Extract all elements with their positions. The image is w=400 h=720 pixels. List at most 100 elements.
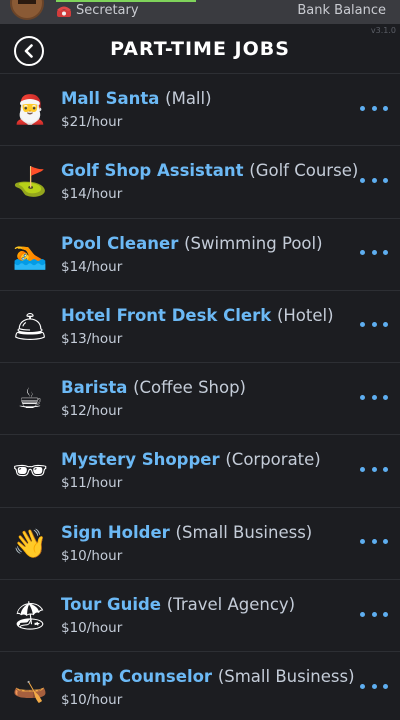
coffee-cup-icon: ☕ bbox=[17, 382, 43, 416]
dot-icon bbox=[360, 105, 365, 111]
dot-icon bbox=[371, 539, 377, 545]
job-location: (Small Business) bbox=[175, 522, 313, 542]
dot-icon bbox=[360, 539, 365, 545]
job-row[interactable]: 🕶 Mystery Shopper (Corporate) $11/hour bbox=[0, 435, 400, 508]
status-bar: Secretary Bank Balance bbox=[0, 0, 400, 24]
job-name: Camp Counselor (Small Business) bbox=[61, 667, 355, 686]
job-title: Golf Shop Assistant bbox=[61, 161, 250, 181]
dot-icon bbox=[383, 394, 388, 400]
job-row[interactable]: ⛳ Golf Shop Assistant (Golf Course) $14/… bbox=[0, 146, 400, 219]
dot-icon bbox=[360, 322, 365, 328]
dot-icon bbox=[383, 466, 388, 472]
job-title: Hotel Front Desk Clerk bbox=[61, 305, 277, 325]
golf-flag-icon: ⛳ bbox=[12, 165, 48, 199]
occupation-label: Secretary bbox=[76, 3, 139, 18]
job-row[interactable]: 🛶 Camp Counselor (Small Business) $10/ho… bbox=[0, 652, 400, 720]
dot-icon bbox=[360, 250, 365, 256]
job-location: (Mall) bbox=[165, 89, 212, 108]
job-location: (Coffee Shop) bbox=[133, 378, 246, 398]
job-row[interactable]: 🎅 Mall Santa (Mall) $21/hour bbox=[0, 74, 400, 147]
job-location: (Travel Agency) bbox=[166, 595, 296, 615]
dot-icon bbox=[371, 466, 377, 472]
job-wage: $21/hour bbox=[61, 114, 123, 130]
page-header: v3.1.0 PART-TIME JOBS bbox=[0, 24, 400, 74]
job-name: Hotel Front Desk Clerk (Hotel) bbox=[61, 306, 334, 325]
job-wage: $14/hour bbox=[61, 186, 123, 203]
dot-icon bbox=[371, 683, 377, 689]
page-title: PART-TIME JOBS bbox=[110, 38, 290, 60]
job-name: Mystery Shopper (Corporate) bbox=[61, 450, 321, 469]
dot-icon bbox=[371, 250, 377, 256]
job-location: (Hotel) bbox=[276, 305, 334, 325]
avatar[interactable] bbox=[10, 0, 44, 20]
job-location: (Corporate) bbox=[225, 450, 321, 470]
dot-icon bbox=[371, 394, 377, 400]
dot-icon bbox=[383, 683, 388, 689]
dot-icon bbox=[360, 611, 365, 617]
dot-icon bbox=[360, 683, 365, 689]
dot-icon bbox=[371, 611, 377, 617]
job-row[interactable]: ☕ Barista (Coffee Shop) $12/hour bbox=[0, 363, 400, 436]
job-name: Mall Santa (Mall) bbox=[61, 89, 212, 108]
job-name: Barista (Coffee Shop) bbox=[61, 378, 246, 397]
more-options-button[interactable] bbox=[360, 315, 388, 335]
job-wage: $10/hour bbox=[61, 547, 123, 564]
beach-umbrella-icon: 🏖 bbox=[12, 599, 48, 633]
job-title: Barista bbox=[61, 378, 134, 398]
job-wage: $10/hour bbox=[61, 692, 123, 709]
sunglasses-icon: 🕶 bbox=[12, 454, 48, 488]
bank-balance-label[interactable]: Bank Balance bbox=[297, 3, 386, 18]
job-title: Tour Guide bbox=[61, 595, 167, 615]
dot-icon bbox=[371, 177, 377, 183]
more-options-button[interactable] bbox=[360, 604, 388, 624]
job-name: Tour Guide (Travel Agency) bbox=[61, 595, 295, 614]
bellhop-bell-icon: 🛎 bbox=[12, 309, 48, 343]
progress-bar bbox=[56, 0, 196, 2]
canoe-icon: 🛶 bbox=[12, 671, 48, 705]
dot-icon bbox=[383, 322, 388, 328]
job-wage: $11/hour bbox=[61, 475, 123, 492]
job-title: Pool Cleaner bbox=[61, 233, 185, 253]
job-location: (Golf Course) bbox=[249, 161, 359, 181]
version-label: v3.1.0 bbox=[370, 26, 396, 35]
more-options-button[interactable] bbox=[360, 98, 388, 118]
swimmer-icon: 🏊 bbox=[12, 237, 48, 271]
santa-icon: 🎅 bbox=[12, 93, 48, 126]
dot-icon bbox=[360, 466, 365, 472]
job-row[interactable]: 🛎 Hotel Front Desk Clerk (Hotel) $13/hou… bbox=[0, 291, 400, 364]
job-name: Pool Cleaner (Swimming Pool) bbox=[61, 234, 323, 253]
job-title: Camp Counselor bbox=[61, 667, 218, 687]
telephone-icon bbox=[57, 6, 71, 17]
dot-icon bbox=[371, 105, 377, 111]
job-title: Mall Santa bbox=[61, 89, 166, 108]
job-row[interactable]: 👋 Sign Holder (Small Business) $10/hour bbox=[0, 508, 400, 581]
waving-hand-icon: 👋 bbox=[12, 526, 48, 560]
job-wage: $12/hour bbox=[61, 403, 123, 420]
job-title: Sign Holder bbox=[61, 522, 176, 542]
job-title: Mystery Shopper bbox=[61, 450, 226, 470]
job-location: (Small Business) bbox=[217, 667, 355, 687]
dot-icon bbox=[360, 177, 365, 183]
more-options-button[interactable] bbox=[360, 243, 388, 263]
more-options-button[interactable] bbox=[360, 459, 388, 479]
dot-icon bbox=[371, 322, 377, 328]
job-name: Sign Holder (Small Business) bbox=[61, 523, 312, 542]
more-options-button[interactable] bbox=[360, 387, 388, 407]
job-row[interactable]: 🏖 Tour Guide (Travel Agency) $10/hour bbox=[0, 580, 400, 653]
job-name: Golf Shop Assistant (Golf Course) bbox=[61, 161, 358, 180]
job-row[interactable]: 🏊 Pool Cleaner (Swimming Pool) $14/hour bbox=[0, 219, 400, 291]
more-options-button[interactable] bbox=[360, 170, 388, 190]
dot-icon bbox=[383, 105, 388, 111]
job-location: (Swimming Pool) bbox=[184, 233, 323, 253]
job-wage: $10/hour bbox=[61, 620, 123, 637]
job-list: 🎅 Mall Santa (Mall) $21/hour ⛳ Golf Shop… bbox=[0, 74, 400, 720]
job-wage: $13/hour bbox=[61, 330, 123, 347]
dot-icon bbox=[383, 177, 388, 183]
dot-icon bbox=[383, 611, 388, 617]
job-wage: $14/hour bbox=[61, 258, 123, 275]
more-options-button[interactable] bbox=[360, 532, 388, 552]
dot-icon bbox=[383, 539, 388, 545]
dot-icon bbox=[360, 394, 365, 400]
dot-icon bbox=[383, 250, 388, 256]
more-options-button[interactable] bbox=[360, 676, 388, 696]
